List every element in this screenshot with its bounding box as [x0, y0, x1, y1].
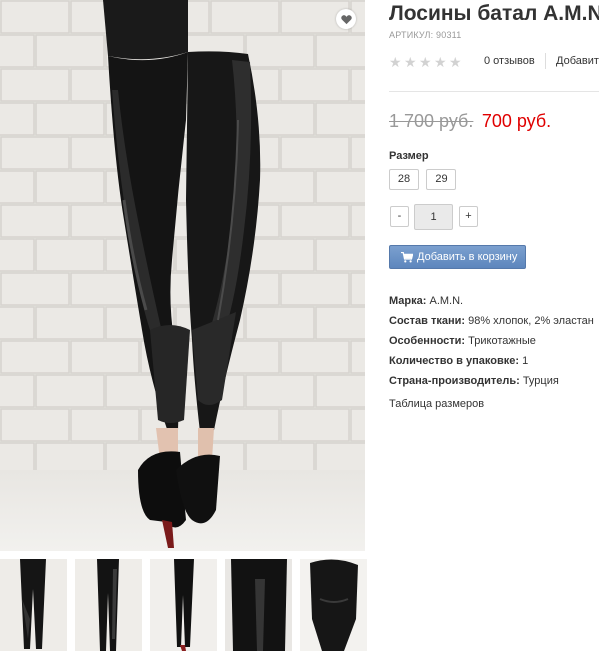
current-price: 700 руб.	[481, 111, 552, 131]
attribute-pack-quantity: Количество в упаковке: 1	[389, 351, 599, 371]
attribute-name: Особенности:	[389, 335, 466, 347]
size-option-28[interactable]: 28	[389, 169, 419, 190]
star-rating[interactable]: ★ ★ ★ ★ ★	[389, 54, 464, 72]
add-to-cart-button[interactable]: Добавить в корзину	[389, 245, 526, 269]
add-to-cart-label: Добавить в корзину	[417, 251, 518, 263]
attribute-value: Трикотажные	[468, 335, 536, 347]
star-icon[interactable]: ★	[419, 55, 432, 69]
attribute-name: Страна-производитель:	[389, 375, 520, 387]
star-icon[interactable]: ★	[389, 55, 402, 69]
quantity-input[interactable]	[414, 204, 453, 230]
quantity-decrease-button[interactable]: -	[390, 206, 409, 227]
divider	[545, 53, 546, 69]
heart-icon	[340, 14, 352, 24]
attribute-brand: Марка: A.M.N.	[389, 291, 599, 311]
quantity-increase-button[interactable]: +	[459, 206, 478, 227]
old-price: 1 700 руб.	[389, 111, 474, 131]
add-review-link[interactable]: Добавить	[556, 55, 599, 67]
product-info: Лосины батал A.M.N. Артикул: 90311 ★ ★ ★ ★ ★…	[389, 0, 599, 651]
thumbnail-1[interactable]	[0, 559, 67, 651]
attribute-value: 98% хлопок, 2% эластан	[468, 315, 594, 327]
attribute-features: Особенности: Трикотажные	[389, 331, 599, 351]
star-icon[interactable]: ★	[434, 55, 447, 69]
sku-value: 90311	[436, 30, 462, 40]
divider	[389, 91, 599, 92]
product-sku: Артикул: 90311	[389, 30, 461, 40]
size-options: 28 29	[389, 169, 459, 190]
size-table-link[interactable]: Таблица размеров	[389, 398, 484, 410]
attribute-country: Страна-производитель: Турция	[389, 371, 599, 391]
attribute-fabric: Состав ткани: 98% хлопок, 2% эластан	[389, 311, 599, 331]
rating-row: ★★★★★ 0 отзывов Добавить	[389, 53, 599, 69]
thumbnail-4[interactable]	[225, 559, 292, 651]
star-icon[interactable]: ★	[449, 55, 462, 69]
cart-icon	[401, 251, 413, 262]
attribute-name: Количество в упаковке:	[389, 355, 519, 367]
star-icon[interactable]: ★	[404, 55, 417, 69]
size-label: Размер	[389, 150, 429, 162]
price-block: 1 700 руб. 700 руб.	[389, 111, 551, 132]
attribute-value: A.M.N.	[429, 295, 464, 307]
size-option-29[interactable]: 29	[426, 169, 457, 190]
product-title: Лосины батал A.M.N.	[389, 2, 599, 25]
attribute-value: 1	[522, 355, 529, 367]
thumbnail-5[interactable]	[300, 559, 367, 651]
sku-label: Артикул:	[389, 30, 434, 40]
model-in-leggings	[103, 0, 261, 548]
thumbnail-2[interactable]	[75, 559, 142, 651]
attribute-name: Состав ткани:	[389, 315, 466, 327]
attribute-value: Турция	[522, 375, 559, 387]
reviews-link[interactable]: 0 отзывов	[484, 55, 535, 67]
product-attributes: Марка: A.M.N. Состав ткани: 98% хлопок, …	[389, 291, 599, 391]
attribute-name: Марка:	[389, 295, 427, 307]
product-main-image[interactable]	[0, 0, 365, 551]
wishlist-button[interactable]	[336, 9, 356, 29]
thumbnail-3[interactable]	[150, 559, 217, 651]
thumbnail-gallery	[0, 559, 368, 651]
